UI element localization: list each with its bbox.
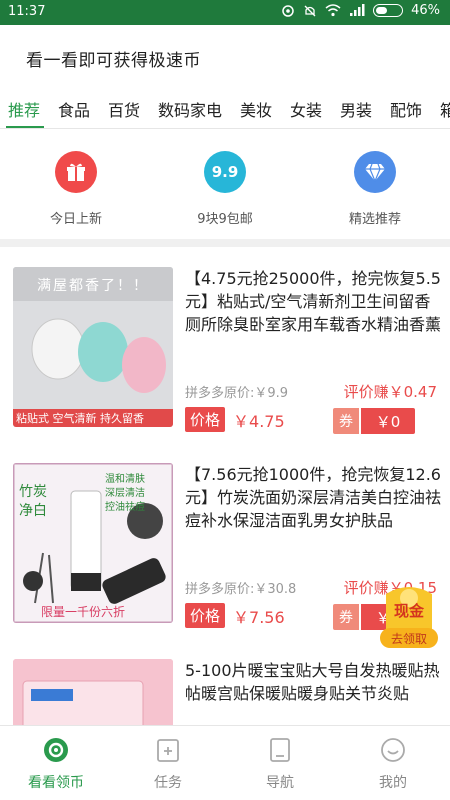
diamond-icon xyxy=(354,151,396,193)
quick-entry-nine-nine[interactable]: 9.9 9块9包邮 xyxy=(155,151,295,227)
navigation-icon xyxy=(266,736,294,764)
category-tabs: 推荐 食品 百货 数码家电 美妆 女装 男装 配饰 箱 xyxy=(0,87,450,129)
image-caption-right: 温和清肤 深层清洁 控油祛痘 xyxy=(105,474,145,513)
tab-beauty[interactable]: 美妆 xyxy=(240,97,272,121)
nine-nine-icon: 9.9 xyxy=(204,151,246,193)
product-title[interactable]: 【4.75元抢25000件，抢完恢复5.5元】粘贴式/空气清新剂卫生间留香厕所除… xyxy=(185,267,443,336)
quick-entry-featured[interactable]: 精选推荐 xyxy=(305,151,445,227)
bottom-navigation: 看看领币 任务 导航 我的 xyxy=(0,725,450,800)
nav-label: 我的 xyxy=(379,775,407,791)
status-time: 11:37 xyxy=(8,4,46,19)
price-tag: 价格 xyxy=(185,407,226,432)
product-image[interactable]: 满屋都香了！！ 粘贴式 空气清新 持久留香 xyxy=(13,267,173,427)
status-bar: 11:37 46% xyxy=(0,0,450,25)
nav-label: 任务 xyxy=(154,775,182,791)
quick-entry-label: 精选推荐 xyxy=(348,212,401,227)
tab-food[interactable]: 食品 xyxy=(58,97,90,121)
coin-eye-icon xyxy=(42,736,70,764)
original-price: 拼多多原价:￥30.8 xyxy=(185,582,297,597)
product-image[interactable]: 竹炭净白 温和清肤 深层清洁 控油祛痘 限量一千份六折 xyxy=(13,463,173,623)
coupon-value: ￥0 xyxy=(361,408,415,434)
nav-watch-earn[interactable]: 看看领币 xyxy=(6,736,106,792)
cash-reward-badge[interactable]: 现金 去领取 xyxy=(378,584,440,650)
battery-percent: 46% xyxy=(411,3,440,18)
price-box: 价格 ￥7.56 xyxy=(185,603,285,628)
mute-bell-icon xyxy=(303,4,317,18)
product-card[interactable]: 满屋都香了！！ 粘贴式 空气清新 持久留香 【4.75元抢25000件，抢完恢复… xyxy=(0,247,450,443)
tab-bags[interactable]: 箱 xyxy=(440,97,450,121)
task-icon xyxy=(154,736,182,764)
tab-men[interactable]: 男装 xyxy=(340,97,372,121)
nav-label: 看看领币 xyxy=(28,775,84,791)
battery-icon xyxy=(373,4,404,17)
location-icon xyxy=(281,4,295,18)
tab-general-goods[interactable]: 百货 xyxy=(108,97,140,121)
page-title: 看一看即可获得极速币 xyxy=(26,51,201,71)
product-title[interactable]: 5-100片暖宝宝贴大号自发热暖贴热帖暖宫贴保暖贴暖身贴关节炎贴 xyxy=(185,659,443,705)
wifi-icon xyxy=(325,4,341,17)
price-tag: 价格 xyxy=(185,603,226,628)
product-image[interactable] xyxy=(13,659,173,725)
image-caption-left: 竹炭净白 xyxy=(19,484,47,519)
image-caption-bottom: 限量一千份六折 xyxy=(41,605,126,619)
profile-icon xyxy=(379,736,407,764)
tab-recommend[interactable]: 推荐 xyxy=(8,97,40,121)
image-caption-top: 满屋都香了！！ xyxy=(37,278,149,294)
quick-entries: 今日上新 9.9 9块9包邮 精选推荐 xyxy=(0,129,450,239)
product-list: 满屋都香了！！ 粘贴式 空气清新 持久留香 【4.75元抢25000件，抢完恢复… xyxy=(0,247,450,725)
nav-navigation[interactable]: 导航 xyxy=(230,736,330,792)
cash-badge-action: 去领取 xyxy=(390,632,427,646)
review-reward: 评价赚￥0.47 xyxy=(343,383,437,401)
signal-icon xyxy=(349,4,365,17)
price-box: 价格 ￥4.75 xyxy=(185,407,285,432)
price-value: ￥4.75 xyxy=(233,411,285,431)
product-card[interactable]: 5-100片暖宝宝贴大号自发热暖贴热帖暖宫贴保暖贴暖身贴关节炎贴 xyxy=(0,639,450,725)
tab-electronics[interactable]: 数码家电 xyxy=(158,97,222,121)
image-caption-bottom: 粘贴式 空气清新 持久留香 xyxy=(16,412,144,425)
nav-tasks[interactable]: 任务 xyxy=(118,736,218,792)
section-divider xyxy=(0,239,450,247)
quick-entry-new-today[interactable]: 今日上新 xyxy=(6,151,146,227)
nav-profile[interactable]: 我的 xyxy=(343,736,443,792)
header: 看一看即可获得极速币 xyxy=(0,25,450,87)
price-value: ￥7.56 xyxy=(233,607,285,627)
product-title[interactable]: 【7.56元抢1000件，抢完恢复12.6元】竹炭洗面奶深层清洁美白控油祛痘补水… xyxy=(185,463,443,532)
tab-women[interactable]: 女装 xyxy=(290,97,322,121)
coupon-label: 券 xyxy=(333,604,359,630)
cash-badge-title: 现金 xyxy=(393,602,424,620)
coupon-button[interactable]: 券 ￥0 xyxy=(333,408,415,434)
quick-entry-label: 今日上新 xyxy=(49,212,102,227)
nav-label: 导航 xyxy=(266,775,294,791)
tab-accessories[interactable]: 配饰 xyxy=(390,97,422,121)
original-price: 拼多多原价:￥9.9 xyxy=(185,386,289,401)
coupon-label: 券 xyxy=(333,408,359,434)
quick-entry-label: 9块9包邮 xyxy=(197,212,253,227)
gift-icon xyxy=(55,151,97,193)
